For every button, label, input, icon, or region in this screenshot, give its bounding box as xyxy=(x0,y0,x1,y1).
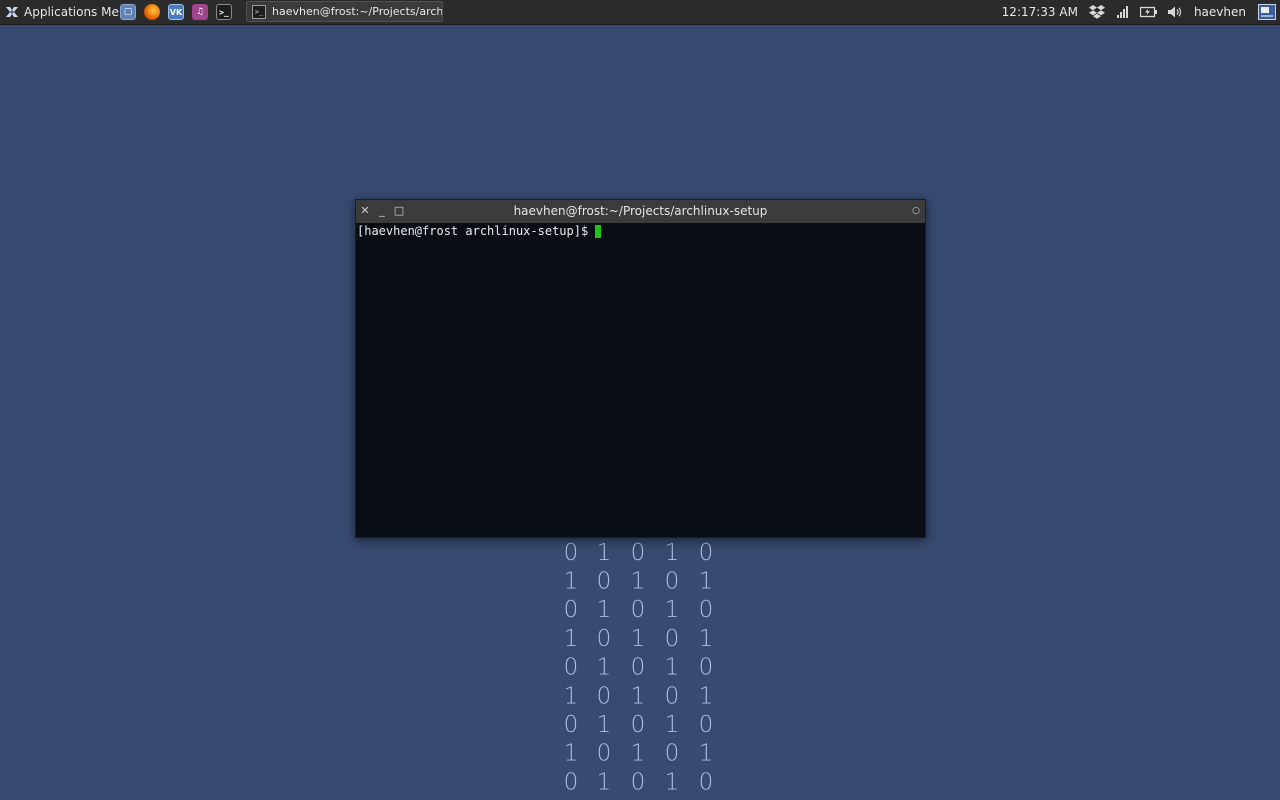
file-manager-launcher-icon[interactable]: ▢ xyxy=(120,4,136,20)
binary-digit: 1 xyxy=(564,683,579,709)
binary-digit: 0 xyxy=(631,712,646,738)
firefox-launcher-icon[interactable] xyxy=(144,4,160,20)
binary-digit: 0 xyxy=(631,655,646,681)
binary-digit: 1 xyxy=(665,712,680,738)
binary-digit: 0 xyxy=(699,540,714,566)
binary-digit: 0 xyxy=(699,597,714,623)
binary-digit: 1 xyxy=(631,741,646,767)
binary-digit: 1 xyxy=(564,569,579,595)
binary-digit: 1 xyxy=(699,569,714,595)
window-options-icon[interactable]: ○ xyxy=(909,203,923,219)
binary-digit: 0 xyxy=(564,655,579,681)
show-desktop-icon[interactable] xyxy=(1258,3,1276,21)
binary-digit: 1 xyxy=(665,655,680,681)
binary-digit: 0 xyxy=(564,712,579,738)
clock[interactable]: 12:17:33 AM xyxy=(1002,5,1078,19)
binary-digit: 0 xyxy=(665,741,680,767)
window-titlebar[interactable]: ✕ _ □ haevhen@frost:~/Projects/archlinux… xyxy=(356,200,925,223)
binary-digit: 1 xyxy=(665,769,680,795)
binary-digit: 1 xyxy=(699,741,714,767)
binary-digit: 1 xyxy=(597,655,612,681)
binary-digit: 0 xyxy=(665,569,680,595)
vk-launcher-icon[interactable]: VK xyxy=(168,4,184,20)
binary-digit: 0 xyxy=(699,655,714,681)
prompt-line: [haevhen@frost archlinux-setup]$ xyxy=(357,224,925,239)
terminal-content[interactable]: [haevhen@frost archlinux-setup]$ xyxy=(356,223,925,537)
binary-digit: 0 xyxy=(665,626,680,652)
system-tray: 12:17:33 AM haevhen xyxy=(1002,0,1280,24)
binary-digit: 1 xyxy=(699,626,714,652)
applications-menu-button[interactable]: Applications Menu xyxy=(4,0,134,24)
binary-digit: 1 xyxy=(597,540,612,566)
volume-icon[interactable] xyxy=(1166,3,1184,21)
binary-digit: 0 xyxy=(564,597,579,623)
binary-digit: 0 xyxy=(597,569,612,595)
binary-digit: 0 xyxy=(699,769,714,795)
taskbar-item-terminal[interactable]: >_ haevhen@frost:~/Projects/archlin... xyxy=(246,1,443,22)
music-player-launcher-icon[interactable]: ♫ xyxy=(192,4,208,20)
binary-digit: 1 xyxy=(597,769,612,795)
binary-digit: 0 xyxy=(631,540,646,566)
battery-icon[interactable] xyxy=(1139,3,1158,21)
taskbar-item-label: haevhen@frost:~/Projects/archlin... xyxy=(272,5,443,18)
shell-prompt: [haevhen@frost archlinux-setup]$ xyxy=(357,224,589,238)
user-menu[interactable]: haevhen xyxy=(1194,5,1246,19)
applications-menu-label: Applications Menu xyxy=(24,5,135,19)
binary-digit: 1 xyxy=(631,683,646,709)
binary-digit: 1 xyxy=(597,597,612,623)
binary-digit: 0 xyxy=(631,769,646,795)
binary-digit: 1 xyxy=(665,597,680,623)
binary-digit: 1 xyxy=(699,683,714,709)
terminal-cursor xyxy=(595,225,602,238)
network-signal-icon[interactable] xyxy=(1114,3,1132,21)
binary-digit: 0 xyxy=(665,683,680,709)
binary-digit: 1 xyxy=(631,569,646,595)
terminal-window[interactable]: ✕ _ □ haevhen@frost:~/Projects/archlinux… xyxy=(355,199,926,538)
binary-digit: 1 xyxy=(564,741,579,767)
window-title: haevhen@frost:~/Projects/archlinux-setup xyxy=(513,204,768,218)
binary-digit: 0 xyxy=(699,712,714,738)
binary-digit: 0 xyxy=(564,769,579,795)
launcher-bar: ▢ VK ♫ >_ xyxy=(120,0,232,24)
dropbox-icon[interactable] xyxy=(1088,3,1106,21)
terminal-launcher-icon[interactable]: >_ xyxy=(216,4,232,20)
binary-digit: 0 xyxy=(631,597,646,623)
binary-digit: 1 xyxy=(597,712,612,738)
binary-digit: 0 xyxy=(597,626,612,652)
terminal-task-icon: >_ xyxy=(252,4,266,19)
binary-digit: 1 xyxy=(631,626,646,652)
binary-digit: 0 xyxy=(597,741,612,767)
binary-digit: 0 xyxy=(597,683,612,709)
binary-digit: 0 xyxy=(564,540,579,566)
binary-digit: 1 xyxy=(564,626,579,652)
top-panel: Applications Menu ▢ VK ♫ >_ >_ haevhen@f… xyxy=(0,0,1280,25)
binary-digit: 1 xyxy=(665,540,680,566)
xfce-logo-icon xyxy=(6,7,18,17)
